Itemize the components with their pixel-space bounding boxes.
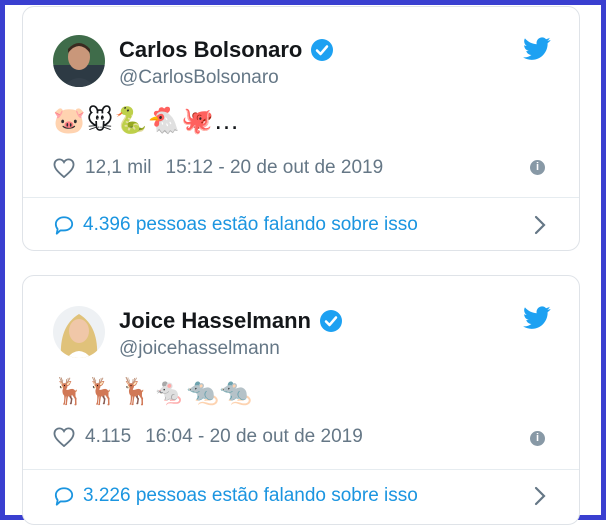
chevron-right-icon[interactable] bbox=[533, 215, 547, 240]
chevron-right-icon[interactable] bbox=[533, 486, 547, 511]
tweet-card[interactable]: Carlos Bolsonaro @CarlosBolsonaro 🐷🐭🐍🐔🐙.… bbox=[22, 6, 580, 251]
user-handle[interactable]: @joicehasselmann bbox=[119, 338, 280, 360]
tweet-meta: 4.115 16:04 - 20 de out de 2019 bbox=[53, 426, 363, 448]
conversation-link-text[interactable]: 4.396 pessoas estão falando sobre isso bbox=[83, 214, 418, 236]
tweet-meta: 12,1 mil 15:12 - 20 de out de 2019 bbox=[53, 157, 383, 179]
tweet-text: 🦌🦌🦌🐁🐀🐀 bbox=[53, 376, 254, 406]
info-icon[interactable]: i bbox=[530, 431, 545, 446]
twitter-bird-icon[interactable] bbox=[523, 37, 551, 66]
display-name-text[interactable]: Joice Hasselmann bbox=[119, 308, 311, 334]
display-name[interactable]: Joice Hasselmann bbox=[119, 308, 343, 334]
tweet-text: 🐷🐭🐍🐔🐙... bbox=[53, 105, 240, 135]
avatar[interactable] bbox=[53, 35, 105, 87]
timestamp[interactable]: 16:04 - 20 de out de 2019 bbox=[145, 426, 363, 448]
like-count[interactable]: 12,1 mil bbox=[85, 157, 152, 179]
verified-badge-icon bbox=[319, 310, 342, 332]
verified-badge-icon bbox=[311, 39, 334, 61]
divider bbox=[23, 469, 579, 470]
heart-icon[interactable] bbox=[53, 158, 75, 178]
tweet-card[interactable]: Joice Hasselmann @joicehasselmann 🦌🦌🦌🐁🐀🐀… bbox=[22, 275, 580, 525]
divider bbox=[23, 197, 579, 198]
display-name-text[interactable]: Carlos Bolsonaro bbox=[119, 37, 302, 63]
timestamp[interactable]: 15:12 - 20 de out de 2019 bbox=[166, 157, 384, 179]
conversation-link-text[interactable]: 3.226 pessoas estão falando sobre isso bbox=[83, 485, 418, 507]
speech-bubble-icon bbox=[54, 216, 74, 235]
conversation-link[interactable]: 4.396 pessoas estão falando sobre isso bbox=[53, 214, 418, 236]
heart-icon[interactable] bbox=[53, 427, 75, 447]
info-icon[interactable]: i bbox=[530, 160, 545, 175]
display-name[interactable]: Carlos Bolsonaro bbox=[119, 37, 334, 63]
conversation-link[interactable]: 3.226 pessoas estão falando sobre isso bbox=[53, 485, 418, 507]
user-handle[interactable]: @CarlosBolsonaro bbox=[119, 67, 279, 89]
speech-bubble-icon bbox=[54, 487, 74, 506]
like-count[interactable]: 4.115 bbox=[85, 426, 131, 448]
avatar[interactable] bbox=[53, 306, 105, 358]
twitter-bird-icon[interactable] bbox=[523, 306, 551, 335]
